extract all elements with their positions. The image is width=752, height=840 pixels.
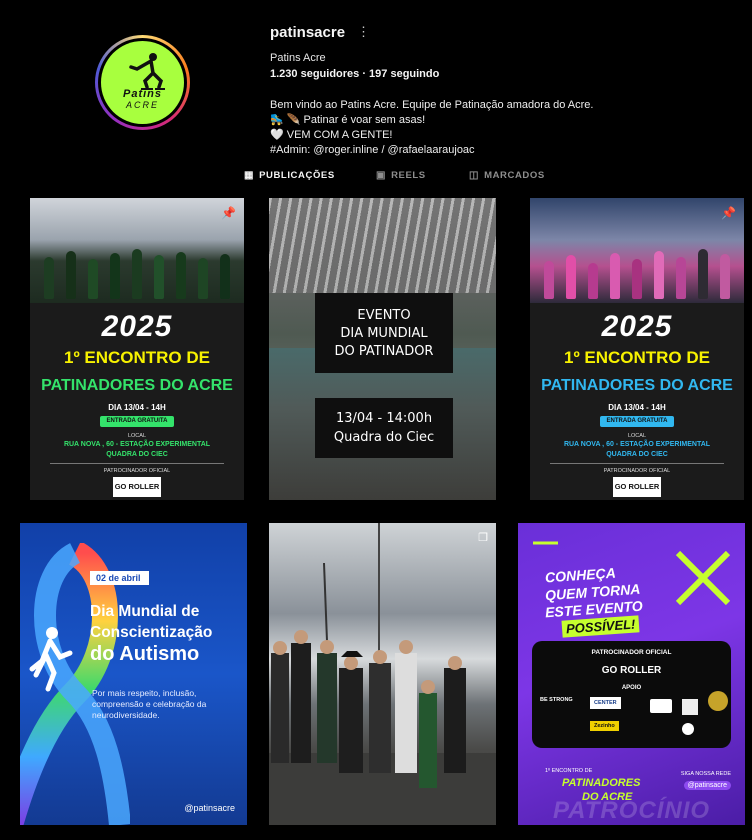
sponsor-logo: GO ROLLER xyxy=(613,477,661,497)
tab-marcados[interactable]: ◫ MARCADOS xyxy=(469,170,545,181)
more-icon[interactable]: ⋮ xyxy=(357,24,370,40)
poster-free-badge: ENTRADA GRATUITA xyxy=(600,416,674,427)
pinned-icon: 📌 xyxy=(221,206,236,220)
people-group xyxy=(38,244,236,299)
autism-body: Por mais respeito, inclusão, compreensão… xyxy=(92,688,207,720)
event-title: EVENTO xyxy=(357,307,411,323)
avatar-logo-name: Patins xyxy=(122,88,162,100)
profile-stats[interactable]: 1.230 seguidores · 197 seguindo xyxy=(270,68,439,80)
poster-year: 2025 xyxy=(101,310,173,343)
event-title: DO PATINADOR xyxy=(334,343,434,359)
sponsors-card: PATROCINADOR OFICIAL GO ROLLER APOIO BE … xyxy=(532,641,731,748)
poster-local-label: LOCAL xyxy=(627,433,647,439)
divider xyxy=(550,463,724,464)
poster-address: QUADRA DO CIEC xyxy=(106,451,168,458)
autism-heading: do Autismo xyxy=(90,643,200,665)
tab-publicacoes[interactable]: ▦ PUBLICAÇÕES xyxy=(244,170,335,181)
event-title: DIA MUNDIAL xyxy=(340,325,428,341)
post-handle: @patinsacre xyxy=(184,803,235,813)
poster-year: 2025 xyxy=(601,310,673,343)
bio-line: 🤍 VEM COM A GENTE! xyxy=(270,129,393,141)
follow-label: SIGA NOSSA REDE xyxy=(680,771,731,777)
poster-local-label: LOCAL xyxy=(127,433,147,439)
pinned-icon: 📌 xyxy=(721,206,736,220)
post-tile[interactable]: 📌 2025 1º ENCONTRO DE PATINADORES DO ACR… xyxy=(530,198,744,500)
poster-address: QUADRA DO CIEC xyxy=(606,451,668,458)
avatar-border: Patins ACRE xyxy=(98,38,187,127)
profile-fullname: Patins Acre xyxy=(270,52,326,64)
date-badge: 02 de abril xyxy=(90,571,149,585)
avatar-logo-sub: ACRE xyxy=(125,100,159,110)
poster-address: RUA NOVA , 60 - ESTAÇÃO EXPERIMENTAL xyxy=(63,441,211,448)
event-place: Quadra do Ciec xyxy=(333,430,435,445)
profile-tabs: ▦ PUBLICAÇÕES ▣ REELS ◫ MARCADOS xyxy=(0,160,752,190)
bio-line: Bem vindo ao Patins Acre. Equipe de Pati… xyxy=(270,99,594,111)
group-photo-image xyxy=(269,523,496,825)
event-title-box: EVENTO DIA MUNDIAL DO PATINADOR xyxy=(315,293,453,373)
support-logo-image xyxy=(708,691,728,711)
sponsor-logo: GO ROLLER xyxy=(113,477,161,497)
people-group xyxy=(538,244,736,299)
grid-icon: ▦ xyxy=(244,170,255,181)
watermark-text: PATROCÍNIO xyxy=(552,797,711,824)
post-photo xyxy=(30,198,244,303)
avatar-image: Patins ACRE xyxy=(101,41,184,124)
poster-date: DIA 13/04 - 14H xyxy=(108,403,166,412)
post-tile[interactable]: 📌 2025 1º ENCONTRO DE PATINADORES DO ACR… xyxy=(30,198,244,500)
poster-sponsor-label: PATROCINADOR OFICIAL xyxy=(603,468,671,474)
event-label: 1º ENCONTRO DE xyxy=(545,768,593,774)
roof-structure xyxy=(269,198,496,293)
autism-heading: Dia Mundial de xyxy=(90,603,200,620)
tagged-icon: ◫ xyxy=(469,170,480,181)
bio-line: 🛼 🪶 Patinar é voar sem asas! xyxy=(270,114,426,126)
event-name: PATINADORES xyxy=(562,777,641,789)
tab-reels[interactable]: ▣ REELS xyxy=(376,170,426,181)
profile-username: patinsacre xyxy=(270,24,346,41)
support-logo: Zezinho xyxy=(590,721,619,731)
tab-label: MARCADOS xyxy=(484,170,545,181)
support-logo: CENTER xyxy=(590,697,621,709)
post-tile[interactable]: ❐ xyxy=(269,523,496,825)
event-info-box: 13/04 - 14:00h Quadra do Ciec xyxy=(315,398,453,458)
poster-heading: PATINADORES DO ACRE xyxy=(541,377,733,394)
profile-avatar[interactable]: Patins ACRE xyxy=(95,35,190,130)
support-label: APOIO xyxy=(621,685,642,691)
support-logo-image xyxy=(650,699,672,713)
bio-line[interactable]: #Admin: @roger.inline / @rafaelaaraujoac xyxy=(270,143,593,158)
support-logo: BE STRONG xyxy=(540,697,573,703)
sponsor-logo: GO ROLLER xyxy=(601,665,662,676)
poster-date: DIA 13/04 - 14H xyxy=(608,403,666,412)
post-tile[interactable]: EVENTO DIA MUNDIAL DO PATINADOR 13/04 - … xyxy=(269,198,496,500)
support-logo-image xyxy=(682,699,698,715)
poster-heading: 1º ENCONTRO DE xyxy=(563,348,710,367)
tab-label: REELS xyxy=(391,170,426,181)
poster-address: RUA NOVA , 60 - ESTAÇÃO EXPERIMENTAL xyxy=(563,441,711,448)
awareness-ribbon-icon xyxy=(20,543,130,825)
divider xyxy=(50,463,224,464)
support-logo-image xyxy=(682,723,694,735)
poster-free-badge: ENTRADA GRATUITA xyxy=(100,416,174,427)
profile-bio: Bem vindo ao Patins Acre. Equipe de Pati… xyxy=(270,98,593,158)
poster-sponsor-label: PATROCINADOR OFICIAL xyxy=(103,468,171,474)
post-tile[interactable]: 02 de abril Dia Mundial de Conscientizaç… xyxy=(20,523,247,825)
post-photo xyxy=(530,198,744,303)
event-time: 13/04 - 14:00h xyxy=(335,411,433,426)
carousel-icon: ❐ xyxy=(478,532,488,544)
tab-label: PUBLICAÇÕES xyxy=(259,170,335,181)
post-handle: @patinsacre xyxy=(683,781,731,790)
reels-icon: ▣ xyxy=(376,170,387,181)
poster-heading: PATINADORES DO ACRE xyxy=(41,377,233,394)
sponsor-label: PATROCINADOR OFICIAL xyxy=(591,649,672,656)
poster-heading: 1º ENCONTRO DE xyxy=(63,348,210,367)
autism-heading: Conscientização xyxy=(90,624,213,641)
skater-logo-icon xyxy=(129,53,165,90)
post-tile[interactable]: CONHEÇA QUEM TORNA ESTE EVENTO POSSÍVEL!… xyxy=(518,523,745,825)
